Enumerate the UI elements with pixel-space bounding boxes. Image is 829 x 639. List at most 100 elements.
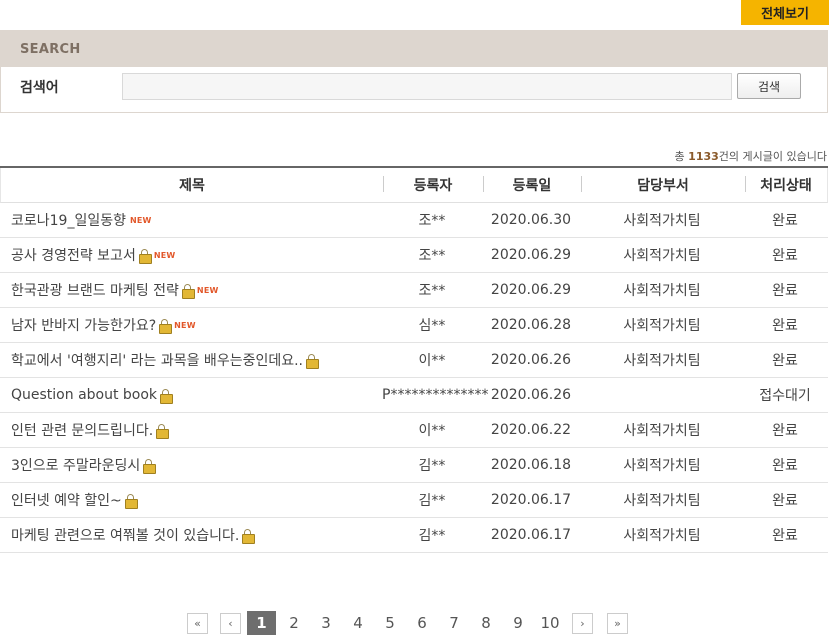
post-title-cell: Question about book [0,387,382,404]
lock-icon [159,318,173,334]
post-date: 2020.06.17 [490,527,572,543]
lock-icon [306,353,319,369]
post-date: 2020.06.30 [490,212,572,228]
post-dept: 사회적가치팀 [623,318,701,334]
column-date: 등록일 [483,175,581,195]
page-number-9[interactable]: 9 [502,611,534,635]
table-row[interactable]: 남자 반바지 가능한가요? NEW 심** 2020.06.28 사회적가치팀 완료 [0,308,828,343]
post-title-link[interactable]: 코로나19_일일동향 [11,210,126,230]
post-title-cell: 남자 반바지 가능한가요? NEW [0,315,382,335]
first-page-button[interactable]: « [187,612,208,634]
post-dept: 사회적가치팀 [623,458,701,474]
column-dept: 담당부서 [581,175,745,195]
post-dept: 사회적가치팀 [623,283,701,299]
post-dept: 사회적가치팀 [623,353,701,369]
page-number-6[interactable]: 6 [406,611,438,635]
post-title-link[interactable]: 학교에서 '여행지리' 라는 과목을 배우는중인데요.. [11,350,303,370]
post-title-link[interactable]: 마케팅 관련으로 여쭤볼 것이 있습니다. [11,525,239,545]
post-date: 2020.06.17 [490,492,572,508]
post-title-link[interactable]: Question about book [11,387,157,403]
lock-icon [160,388,174,404]
search-row: 검색어 검색 [1,67,827,113]
page-number-2[interactable]: 2 [278,611,310,635]
post-title-link[interactable]: 인터넷 예약 할인~ [11,490,122,510]
total-prefix: 총 [674,150,689,163]
post-status: 완료 [772,528,798,544]
column-author: 등록자 [383,175,483,195]
post-author: 김** [418,528,446,544]
table-body: 코로나19_일일동향 NEW 조** 2020.06.30 사회적가치팀 완료 공사 경영전… [0,203,828,553]
table-row[interactable]: 3인으로 주말라운딩시 김** 2020.06.18 사회적가치팀 완료 [0,448,828,483]
table-row[interactable]: 공사 경영전략 보고서 NEW 조** 2020.06.29 사회적가치팀 완료 [0,238,828,273]
post-author: 심** [418,318,446,334]
search-label: 검색어 [20,80,59,96]
post-title-cell: 코로나19_일일동향 NEW [0,210,382,230]
post-dept: 사회적가치팀 [623,528,701,544]
post-title-cell: 공사 경영전략 보고서 NEW [0,245,382,265]
post-status: 완료 [772,493,798,509]
new-badge: NEW [174,320,196,330]
post-status: 완료 [772,213,798,229]
post-title-link[interactable]: 남자 반바지 가능한가요? [11,315,156,335]
post-date: 2020.06.29 [490,247,572,263]
page-number-8[interactable]: 8 [470,611,502,635]
post-dept: 사회적가치팀 [623,493,701,509]
next-page-button[interactable]: › [572,612,593,634]
page-number-1[interactable]: 1 [247,611,276,635]
post-author: P************** [382,387,489,403]
post-title-cell: 인턴 관련 문의드립니다. [0,420,382,440]
column-status: 처리상태 [745,175,827,195]
post-dept: 사회적가치팀 [623,423,701,439]
post-title-cell: 한국관광 브랜드 마케팅 전략 NEW [0,280,382,300]
page-number-4[interactable]: 4 [342,611,374,635]
new-badge: NEW [129,215,152,225]
search-button[interactable]: 검색 [737,73,801,99]
post-date: 2020.06.28 [490,317,572,333]
view-all-button[interactable]: 전체보기 [741,0,829,25]
post-date: 2020.06.18 [490,457,572,473]
total-count-line: 총 1133건의 게시글이 있습니다 [675,148,827,164]
post-title-link[interactable]: 한국관광 브랜드 마케팅 전략 [11,280,179,300]
post-title-cell: 학교에서 '여행지리' 라는 과목을 배우는중인데요.. [0,350,382,370]
page-number-7[interactable]: 7 [438,611,470,635]
post-title-cell: 마케팅 관련으로 여쭤볼 것이 있습니다. [0,525,382,545]
table-row[interactable]: 마케팅 관련으로 여쭤볼 것이 있습니다. 김** 2020.06.17 사회적가치팀… [0,518,828,553]
page-number-10[interactable]: 10 [534,611,566,635]
table-header: 제목 등록자 등록일 담당부서 처리상태 [0,168,828,203]
post-title-link[interactable]: 인턴 관련 문의드립니다. [11,420,153,440]
search-panel: SEARCH 검색어 검색 [0,30,828,113]
total-suffix: 건의 게시글이 있습니다 [718,150,827,163]
post-title-link[interactable]: 공사 경영전략 보고서 [11,245,136,265]
post-title-cell: 인터넷 예약 할인~ [0,490,382,510]
lock-icon [143,458,157,474]
column-title: 제목 [179,178,205,194]
prev-page-button[interactable]: ‹ [220,612,241,634]
post-status: 완료 [772,248,798,264]
table-row[interactable]: 한국관광 브랜드 마케팅 전략 NEW 조** 2020.06.29 사회적가치팀 완료 [0,273,828,308]
table-row[interactable]: 인터넷 예약 할인~ 김** 2020.06.17 사회적가치팀 완료 [0,483,828,518]
post-status: 접수대기 [759,388,811,404]
new-badge: NEW [153,250,176,260]
post-title-link[interactable]: 3인으로 주말라운딩시 [11,455,140,475]
page-number-5[interactable]: 5 [374,611,406,635]
page-number-3[interactable]: 3 [310,611,342,635]
post-date: 2020.06.29 [490,282,572,298]
post-date: 2020.06.22 [490,422,572,438]
search-input[interactable] [122,73,732,100]
post-author: 조** [418,283,446,299]
post-title-cell: 3인으로 주말라운딩시 [0,455,382,475]
page-numbers: 1 2 3 4 5 6 7 8 9 10 [245,611,566,635]
table-row[interactable]: 코로나19_일일동향 NEW 조** 2020.06.30 사회적가치팀 완료 [0,203,828,238]
post-author: 조** [418,213,446,229]
pagination: « ‹ 1 2 3 4 5 6 7 8 9 10 › » [187,611,628,635]
table-row[interactable]: Question about book P************** 2020.0… [0,378,828,413]
table-row[interactable]: 학교에서 '여행지리' 라는 과목을 배우는중인데요.. 이** 2020.06.2… [0,343,828,378]
post-author: 이** [418,423,446,439]
post-dept: 사회적가치팀 [623,248,701,264]
search-heading: SEARCH [1,31,827,67]
last-page-button[interactable]: » [607,612,628,634]
post-status: 완료 [772,353,798,369]
post-dept: 사회적가치팀 [623,213,701,229]
post-status: 완료 [772,458,798,474]
table-row[interactable]: 인턴 관련 문의드립니다. 이** 2020.06.22 사회적가치팀 완료 [0,413,828,448]
